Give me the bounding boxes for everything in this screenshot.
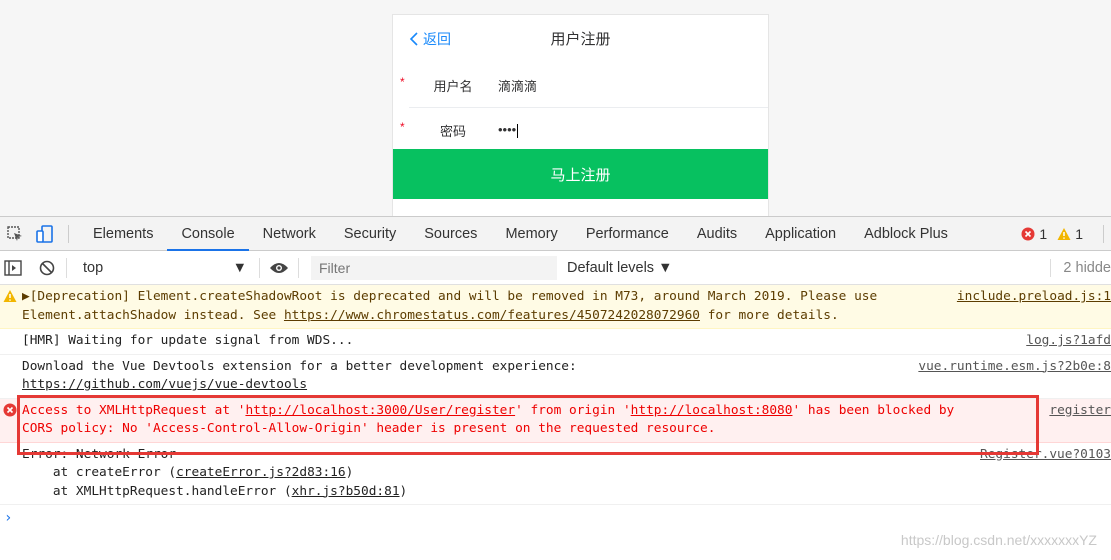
- hidden-count[interactable]: 2 hidde: [1050, 259, 1111, 277]
- console-prompt[interactable]: ›: [0, 505, 1111, 528]
- username-field[interactable]: * 用户名 滴滴滴: [393, 63, 768, 107]
- source-link[interactable]: vue.runtime.esm.js?2b0e:8: [910, 357, 1111, 376]
- username-input[interactable]: 滴滴滴: [498, 76, 537, 95]
- username-label: 用户名: [433, 78, 473, 94]
- tab-network[interactable]: Network: [249, 217, 330, 251]
- console-message-error: Access to XMLHttpRequest at 'http://loca…: [0, 398, 1111, 443]
- console-message-warning: ▶[Deprecation] Element.createShadowRoot …: [0, 285, 1111, 329]
- error-text: ' from origin ': [515, 402, 631, 418]
- error-text: Error: Network Error: [22, 446, 177, 462]
- stack-link[interactable]: createError.js?2d83:16: [176, 465, 346, 480]
- tab-sources[interactable]: Sources: [410, 217, 491, 251]
- issue-counts[interactable]: 1 1: [1021, 226, 1083, 242]
- stack-text: at XMLHttpRequest.handleError (: [22, 483, 292, 499]
- context-value: top: [83, 259, 104, 276]
- tab-security[interactable]: Security: [330, 217, 410, 251]
- filter-input[interactable]: [311, 255, 557, 280]
- chromestatus-link[interactable]: https://www.chromestatus.com/features/45…: [284, 308, 700, 323]
- warning-text: ▶[Deprecation] Element.createShadowRoot …: [22, 289, 878, 304]
- warning-icon: [3, 290, 17, 302]
- log-text: [HMR] Waiting for update signal from WDS…: [22, 333, 354, 348]
- tab-memory[interactable]: Memory: [491, 217, 571, 251]
- error-icon: [3, 403, 17, 416]
- tab-performance[interactable]: Performance: [572, 217, 683, 251]
- more-tabs[interactable]: [1103, 225, 1111, 243]
- register-form: 返回 用户注册 * 用户名 滴滴滴 * 密码 •••• 马上注册: [392, 14, 769, 216]
- tab-application[interactable]: Application: [751, 217, 850, 251]
- separator: [66, 257, 67, 278]
- error-count: 1: [1039, 226, 1048, 242]
- required-mark: *: [400, 120, 405, 134]
- dropdown-arrow-icon: ▼: [658, 259, 673, 276]
- source-link[interactable]: register: [1041, 401, 1111, 420]
- stack-text: at createError (: [22, 465, 177, 480]
- stack-text: ): [399, 483, 408, 499]
- console-message-error-stack: Error: Network Error at createError (cre…: [0, 443, 1111, 505]
- error-icon: [1021, 227, 1035, 241]
- separator: [68, 224, 69, 243]
- console-message-log: [HMR] Waiting for update signal from WDS…: [0, 329, 1111, 355]
- stack-link[interactable]: xhr.js?b50d:81: [292, 484, 400, 499]
- error-text: CORS policy: No 'Access-Control-Allow-Or…: [22, 421, 716, 436]
- inspect-element-icon[interactable]: [0, 217, 30, 251]
- request-url-link[interactable]: http://localhost:3000/User/register: [245, 403, 515, 418]
- watermark: https://blog.csdn.net/xxxxxxxYZ: [900, 532, 1097, 548]
- separator: [259, 257, 260, 278]
- separator: [298, 257, 299, 278]
- log-levels-dropdown[interactable]: Default levels ▼: [567, 260, 672, 276]
- warning-text: for more details.: [700, 307, 839, 323]
- source-link[interactable]: Register.vue?0103: [972, 445, 1111, 464]
- warning-icon: [1057, 228, 1071, 240]
- dropdown-arrow-icon: ▼: [232, 259, 247, 276]
- password-value: ••••: [498, 122, 517, 138]
- password-field[interactable]: * 密码 ••••: [393, 108, 768, 152]
- page-preview: 返回 用户注册 * 用户名 滴滴滴 * 密码 •••• 马上注册: [0, 0, 1111, 216]
- source-link[interactable]: include.preload.js:1: [948, 288, 1111, 307]
- warning-text: Element.attachShadow instead. See: [22, 307, 284, 323]
- nav-bar: 返回 用户注册: [393, 15, 768, 63]
- clear-console-icon[interactable]: [34, 251, 60, 285]
- error-text: Access to XMLHttpRequest at ': [22, 402, 246, 418]
- source-link[interactable]: log.js?1afd: [1018, 332, 1111, 351]
- tab-console[interactable]: Console: [167, 217, 249, 251]
- context-selector[interactable]: top ▼: [73, 260, 253, 276]
- devtools-panel: Elements Console Network Security Source…: [0, 216, 1111, 560]
- tab-adblock-plus[interactable]: Adblock Plus: [850, 217, 962, 251]
- devtools-tabbar: Elements Console Network Security Source…: [0, 217, 1111, 251]
- tab-elements[interactable]: Elements: [79, 217, 167, 251]
- console-output: ▶[Deprecation] Element.createShadowRoot …: [0, 285, 1111, 528]
- console-toolbar: top ▼ Default levels ▼ 2 hidde: [0, 251, 1111, 285]
- required-mark: *: [400, 75, 405, 89]
- register-button[interactable]: 马上注册: [393, 149, 768, 199]
- eye-icon[interactable]: [266, 251, 292, 285]
- console-message-log: Download the Vue Devtools extension for …: [0, 355, 1111, 399]
- levels-label: Default levels: [567, 259, 655, 276]
- device-toolbar-icon[interactable]: [30, 217, 60, 251]
- origin-link[interactable]: http://localhost:8080: [631, 403, 793, 418]
- stack-text: ): [345, 465, 354, 480]
- password-input[interactable]: ••••: [498, 122, 519, 138]
- tab-audits[interactable]: Audits: [683, 217, 751, 251]
- vue-devtools-link[interactable]: https://github.com/vuejs/vue-devtools: [22, 376, 1111, 395]
- text-caret: [517, 123, 519, 138]
- sidebar-toggle-icon[interactable]: [0, 251, 26, 285]
- password-label: 密码: [439, 123, 466, 139]
- page-title: 用户注册: [550, 31, 611, 48]
- warning-count: 1: [1075, 226, 1083, 242]
- error-text: ' has been blocked by: [792, 402, 955, 418]
